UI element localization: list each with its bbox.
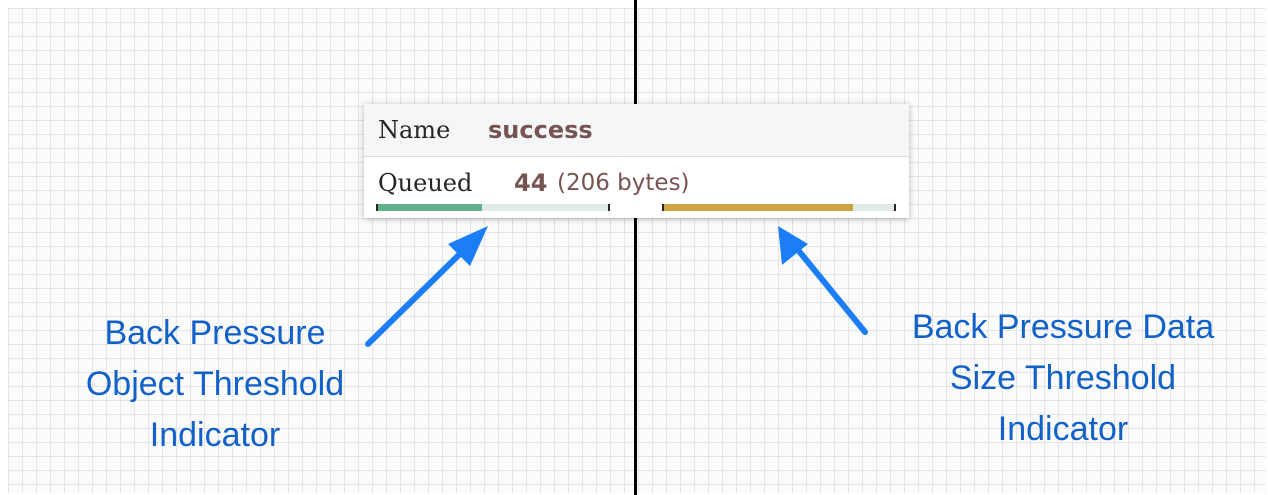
left-callout: Back Pressure Object Threshold Indicator [40,308,390,461]
right-callout: Back Pressure Data Size Threshold Indica… [868,302,1258,455]
right-arrow [778,226,868,335]
left-callout-line: Back Pressure [104,314,326,352]
right-callout-line: Back Pressure Data [911,308,1215,346]
left-callout-line: Indicator [149,416,281,454]
right-callout-line: Indicator [997,410,1129,448]
right-callout-line: Size Threshold [949,359,1177,397]
left-callout-line: Object Threshold [85,365,345,403]
